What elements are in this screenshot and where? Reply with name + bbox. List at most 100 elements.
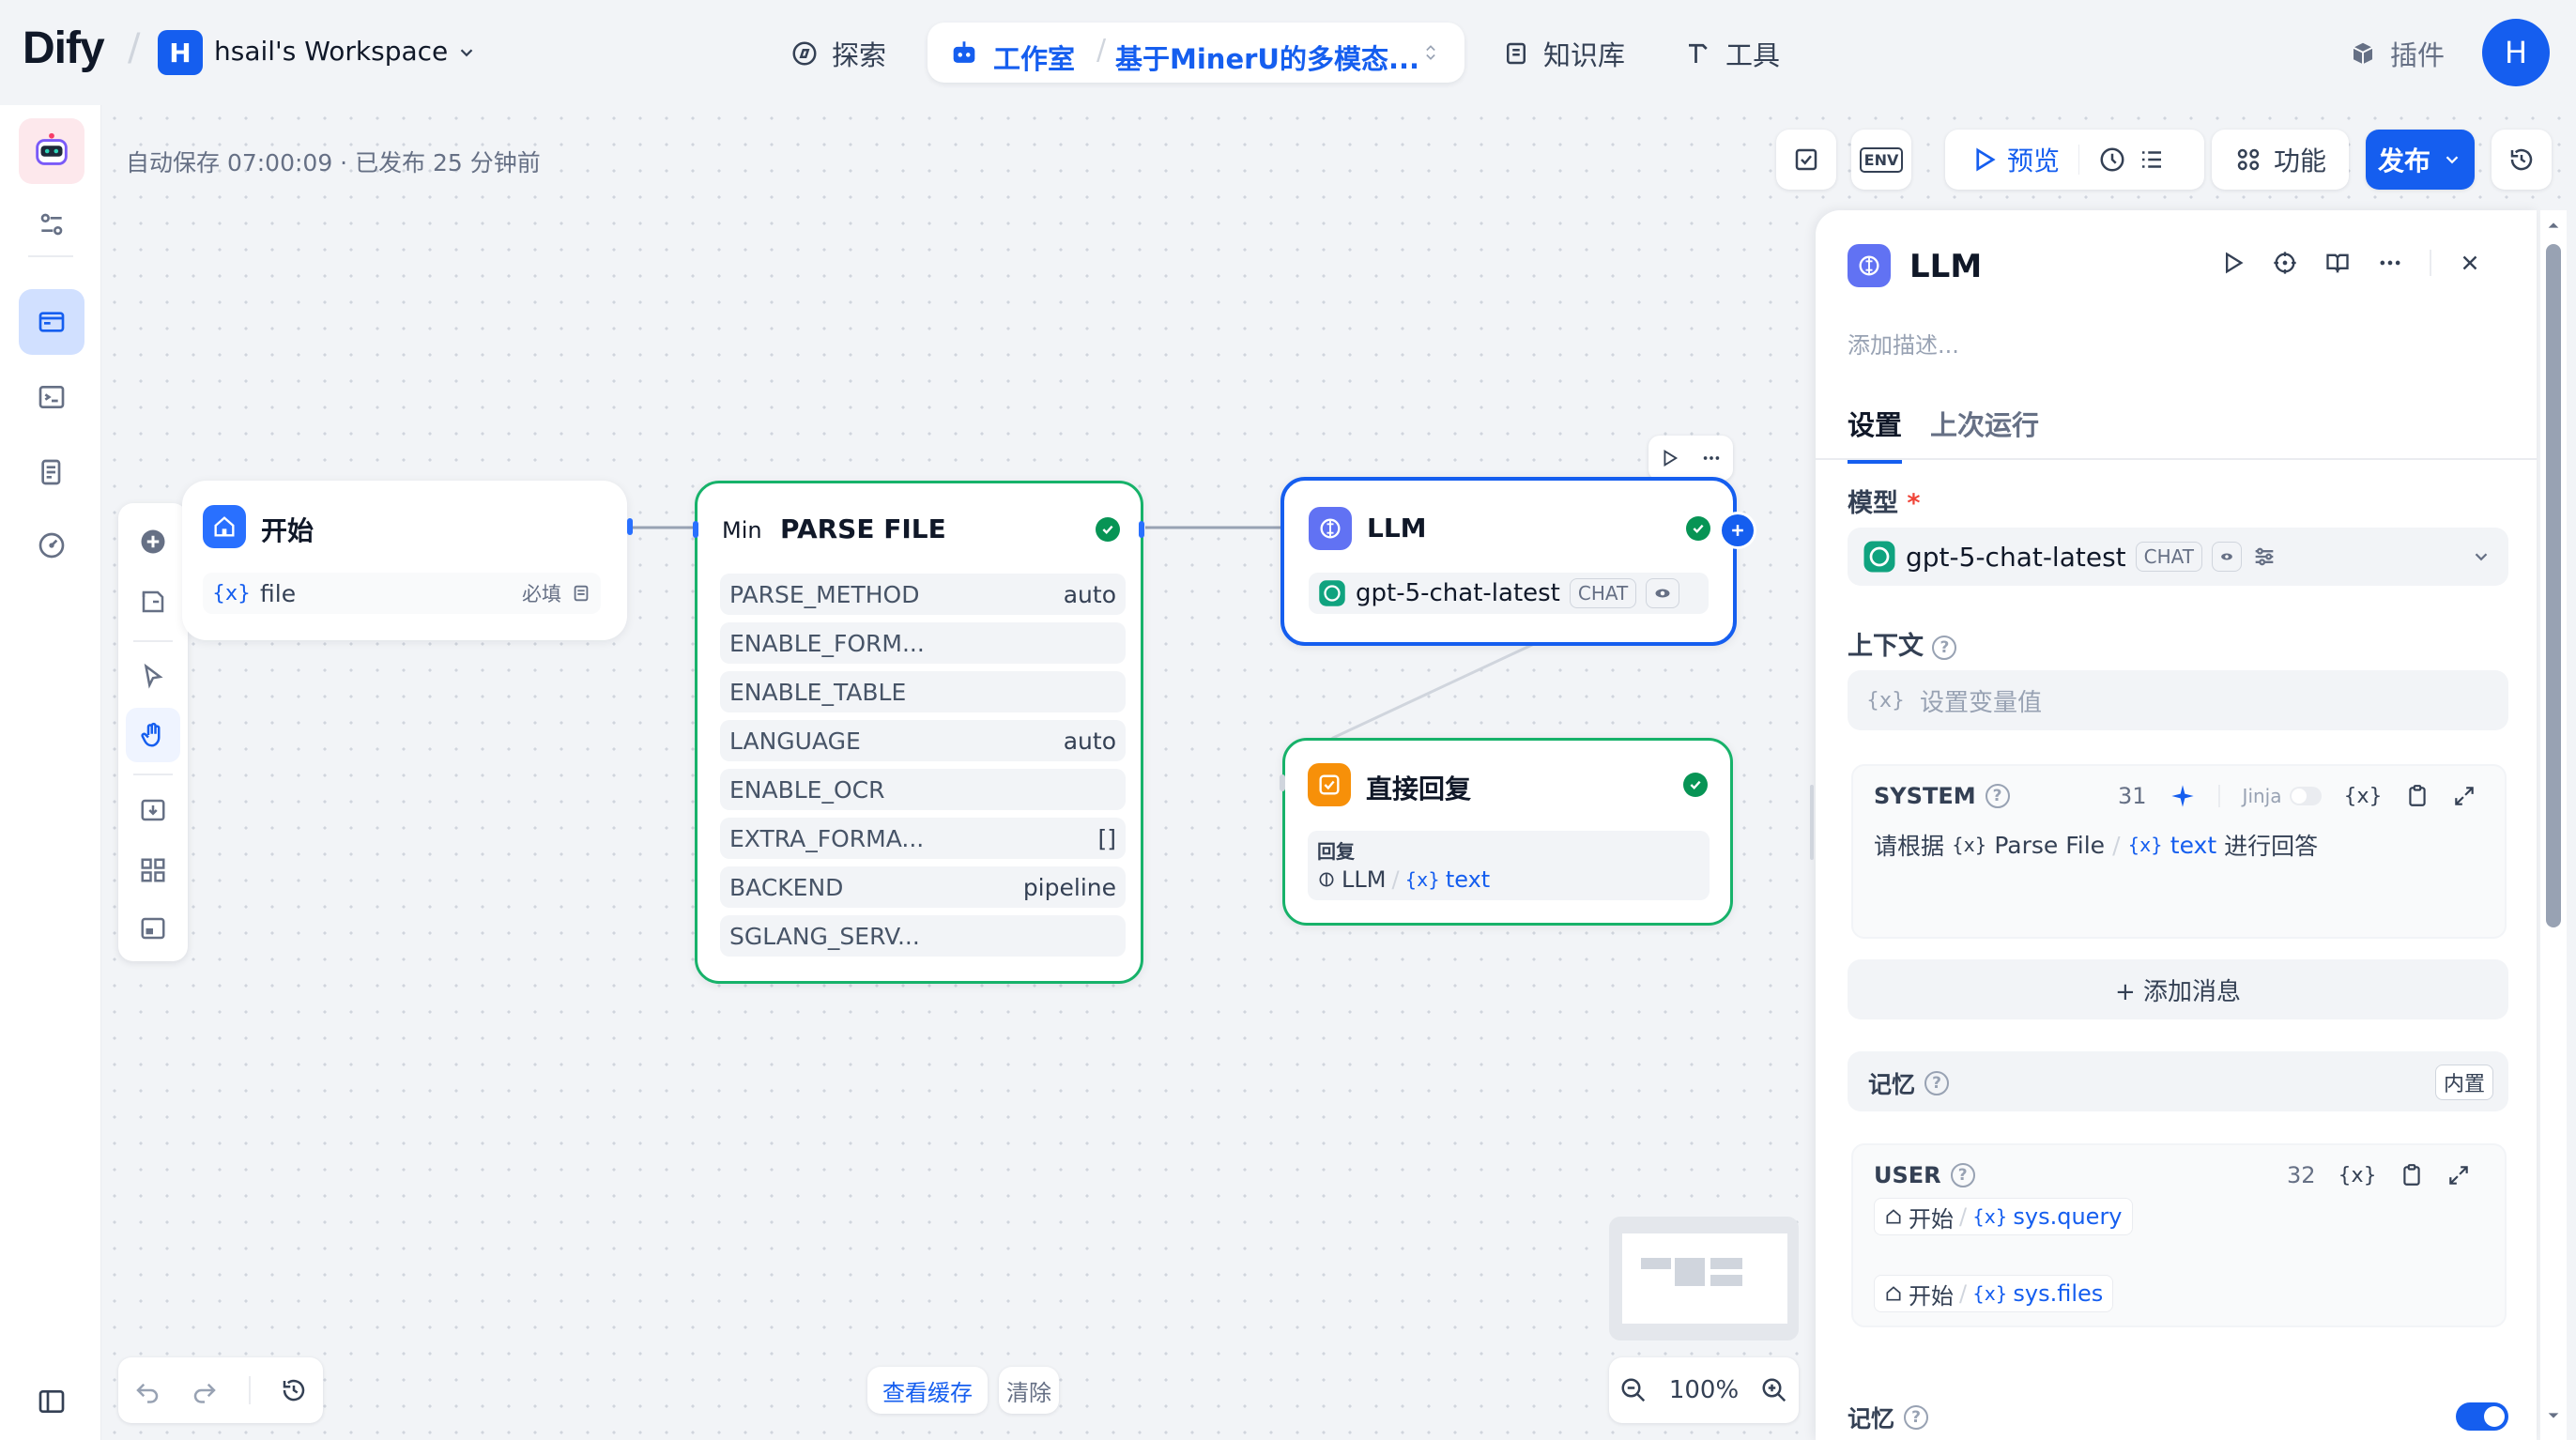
llm-small-icon xyxy=(1319,872,1334,887)
eye-icon xyxy=(2221,553,2232,560)
minimap-node xyxy=(1675,1258,1705,1286)
system-prompt-editor[interactable]: SYSTEM? 31 Jinja {x} 请根据 {x} Parse File /… xyxy=(1851,764,2507,939)
context-variable-input[interactable]: {x} 设置变量值 xyxy=(1848,670,2508,730)
panel-title[interactable]: LLM xyxy=(1909,248,1982,285)
openai-icon xyxy=(1319,580,1345,606)
model-selector[interactable]: gpt-5-chat-latest CHAT xyxy=(1848,528,2508,586)
memory-label-2: 记忆? xyxy=(1848,1401,1929,1434)
clipboard-icon[interactable] xyxy=(2405,784,2430,808)
scroll-down-icon[interactable] xyxy=(2546,1408,2561,1423)
input-handle[interactable] xyxy=(693,521,698,538)
separator: / xyxy=(2112,831,2121,859)
more-icon[interactable] xyxy=(2377,250,2403,276)
insert-variable-icon[interactable]: {x} xyxy=(2338,1164,2377,1187)
param-value: auto xyxy=(1063,580,1116,608)
more-icon[interactable] xyxy=(1699,448,1724,468)
tab-last-run[interactable]: 上次运行 xyxy=(1930,404,2039,443)
memory-label: 记忆? xyxy=(1868,1066,1950,1100)
clear-button[interactable]: 清除 xyxy=(999,1367,1059,1414)
llm-model-name: gpt-5-chat-latest xyxy=(1356,579,1560,607)
sliders-icon[interactable] xyxy=(2251,544,2277,570)
jinja-toggle[interactable] xyxy=(2289,787,2322,805)
history-icon[interactable] xyxy=(280,1376,308,1404)
expand-icon[interactable] xyxy=(2452,784,2476,808)
model-name: gpt-5-chat-latest xyxy=(1906,541,2126,573)
run-step-icon[interactable] xyxy=(2219,250,2246,276)
reply-source-var: text xyxy=(1445,866,1491,893)
view-cache-button[interactable]: 查看缓存 xyxy=(867,1367,988,1414)
openai-icon xyxy=(1863,541,1895,573)
input-handle[interactable] xyxy=(1280,774,1285,791)
add-next-node-button[interactable] xyxy=(1722,514,1754,546)
reply-content[interactable]: 回复 LLM / {x} text xyxy=(1308,831,1710,900)
required-label: 必填 xyxy=(522,583,561,605)
zoom-out-icon[interactable] xyxy=(1619,1376,1648,1404)
param-value: pipeline xyxy=(1022,873,1116,901)
llm-model-row[interactable]: gpt-5-chat-latest CHAT xyxy=(1309,573,1709,614)
expand-icon[interactable] xyxy=(2446,1163,2471,1187)
context-placeholder: 设置变量值 xyxy=(1920,688,2043,717)
zoom-in-icon[interactable] xyxy=(1760,1376,1788,1404)
minimap-node xyxy=(1641,1258,1671,1269)
param-row[interactable]: ENABLE_OCR xyxy=(720,769,1126,810)
chat-badge: CHAT xyxy=(1569,578,1637,608)
run-node-icon[interactable] xyxy=(1659,448,1679,468)
undo-icon[interactable] xyxy=(133,1376,161,1404)
help-icon: ? xyxy=(1985,784,2010,808)
zoom-level[interactable]: 100% xyxy=(1669,1376,1739,1404)
mineru-logo: Min xyxy=(722,517,762,544)
divider xyxy=(2217,785,2220,807)
memory-row[interactable]: 记忆? 内置 xyxy=(1848,1051,2508,1111)
panel-resize-handle[interactable] xyxy=(1810,785,1814,860)
description-input[interactable]: 添加描述... xyxy=(1848,327,1959,360)
minimap[interactable] xyxy=(1609,1217,1799,1340)
start-var-name: file xyxy=(260,579,297,607)
param-name: LANGUAGE xyxy=(729,727,861,755)
start-node[interactable]: 开始 {x} file 必填 xyxy=(182,481,633,640)
scroll-up-icon[interactable] xyxy=(2546,218,2561,233)
param-row[interactable]: LANGUAGE auto xyxy=(720,720,1126,761)
user-label: USER? xyxy=(1874,1162,1975,1188)
param-name: SGLANG_SERV... xyxy=(729,922,920,950)
param-row[interactable]: BACKEND pipeline xyxy=(720,866,1126,908)
param-row[interactable]: SGLANG_SERV... xyxy=(720,915,1126,957)
var1-node: Parse File xyxy=(1994,831,2106,859)
reply-label: 回复 xyxy=(1317,840,1355,863)
insert-variable-icon[interactable]: {x} xyxy=(2344,785,2383,808)
docs-icon[interactable] xyxy=(2324,250,2351,276)
start-node-title: 开始 xyxy=(261,515,314,546)
help-icon: ? xyxy=(1950,1163,1975,1187)
tab-settings[interactable]: 设置 xyxy=(1848,404,1903,464)
redo-icon[interactable] xyxy=(191,1376,219,1404)
param-name: BACKEND xyxy=(729,873,844,901)
parse-file-node[interactable]: Min PARSE FILE PARSE_METHOD auto ENABLE_FO… xyxy=(693,481,1144,984)
reply-variable: LLM / {x} text xyxy=(1317,866,1490,893)
llm-node[interactable]: LLM gpt-5-chat-latest CHAT xyxy=(1280,477,1754,646)
reply-node-title: 直接回复 xyxy=(1366,774,1472,804)
zoom-controls: 100% xyxy=(1609,1357,1799,1423)
param-row[interactable]: ENABLE_TABLE xyxy=(720,671,1126,712)
scrollbar-thumb[interactable] xyxy=(2546,244,2561,927)
prompt-text-after: 进行回答 xyxy=(2224,833,2319,860)
direct-reply-node[interactable]: 直接回复 回复 LLM / {x} text xyxy=(1280,738,1733,926)
param-name: PARSE_METHOD xyxy=(729,580,920,608)
memory-badge: 内置 xyxy=(2434,1065,2493,1100)
panel-scrollbar[interactable] xyxy=(2540,210,2567,1440)
reply-icon xyxy=(1308,763,1351,806)
param-name: ENABLE_TABLE xyxy=(729,678,907,706)
param-name: ENABLE_OCR xyxy=(729,775,885,804)
memory-toggle[interactable] xyxy=(2456,1402,2508,1431)
param-row[interactable]: ENABLE_FORM... xyxy=(720,622,1126,664)
param-row[interactable]: PARSE_METHOD auto xyxy=(720,574,1126,615)
user-prompt-editor[interactable]: USER? 32 {x} 开始 / {x} sys.query 开始 / {x} sys… xyxy=(1851,1143,2507,1327)
close-icon[interactable] xyxy=(2458,251,2482,275)
output-handle[interactable] xyxy=(1139,521,1144,538)
start-var-row[interactable]: {x} file 必填 xyxy=(203,573,601,614)
minimap-node xyxy=(1710,1275,1742,1286)
sparkle-icon[interactable] xyxy=(2170,783,2196,809)
clipboard-icon[interactable] xyxy=(2400,1163,2424,1187)
add-message-button[interactable]: + 添加消息 xyxy=(1848,959,2508,1019)
param-row[interactable]: EXTRA_FORMA... [] xyxy=(720,818,1126,859)
output-handle[interactable] xyxy=(627,518,633,535)
crosshair-icon[interactable] xyxy=(2272,250,2298,276)
